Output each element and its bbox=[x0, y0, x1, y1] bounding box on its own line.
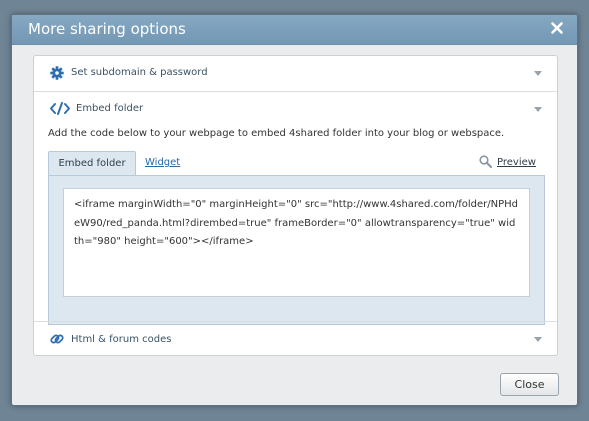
chevron-down-icon bbox=[534, 71, 542, 76]
section-html-forum-label: Html & forum codes bbox=[71, 334, 172, 345]
section-subdomain-header[interactable]: Set subdomain & password bbox=[34, 56, 557, 90]
embed-description: Add the code below to your webpage to em… bbox=[48, 128, 505, 139]
link-icon bbox=[50, 334, 64, 344]
chevron-down-icon bbox=[534, 337, 542, 342]
options-panel: Set subdomain & password Embed folder Ad… bbox=[33, 55, 558, 356]
magnifier-icon[interactable] bbox=[479, 155, 492, 168]
embed-code-textarea[interactable]: <iframe marginWidth="0" marginHeight="0"… bbox=[63, 188, 530, 297]
sharing-dialog: More sharing options Set subdomain & pas… bbox=[11, 14, 578, 406]
tab-widget[interactable]: Widget bbox=[145, 157, 180, 168]
tab-embed-folder[interactable]: Embed folder bbox=[48, 151, 136, 176]
section-embed-label: Embed folder bbox=[76, 103, 144, 114]
dialog-title: More sharing options bbox=[28, 20, 186, 38]
code-icon bbox=[50, 102, 70, 115]
section-embed-header[interactable]: Embed folder bbox=[34, 92, 557, 126]
section-html-forum-header[interactable]: Html & forum codes bbox=[34, 322, 557, 356]
gear-icon bbox=[50, 66, 64, 80]
chevron-down-icon bbox=[534, 107, 542, 112]
dialog-titlebar: More sharing options bbox=[12, 15, 577, 45]
code-panel: <iframe marginWidth="0" marginHeight="0"… bbox=[48, 175, 545, 325]
embed-tabs: Embed folder Widget Preview <iframe marg… bbox=[48, 151, 545, 325]
close-button[interactable]: Close bbox=[500, 373, 559, 396]
section-subdomain-label: Set subdomain & password bbox=[71, 67, 208, 78]
close-icon[interactable] bbox=[550, 21, 564, 35]
preview-link[interactable]: Preview bbox=[497, 157, 536, 168]
